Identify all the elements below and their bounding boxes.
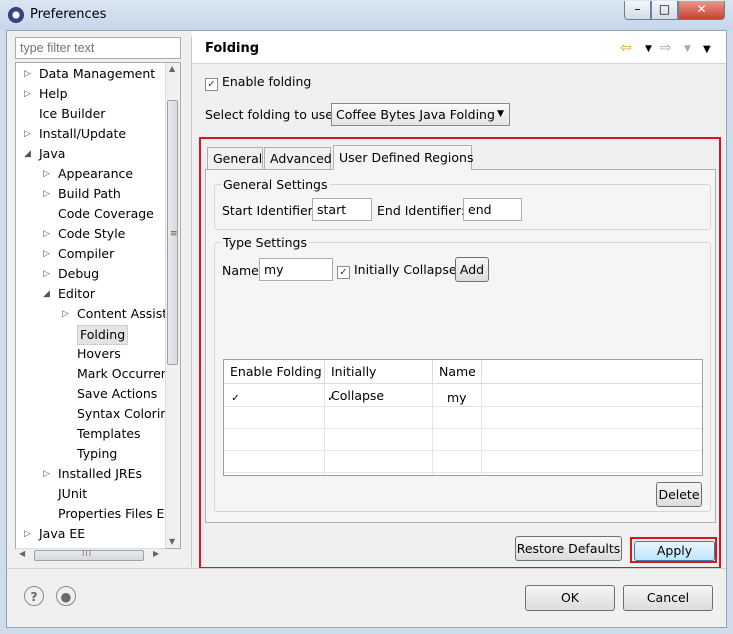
close-button[interactable]: ✕ — [678, 1, 725, 20]
scroll-left-icon[interactable]: ◀ — [19, 549, 25, 558]
tree-item[interactable]: Debug — [58, 265, 99, 283]
collapsed-arrow-icon[interactable]: ▷ — [62, 310, 70, 319]
checkbox-mark[interactable]: ✓ — [205, 78, 218, 91]
scroll-right-icon[interactable]: ▶ — [153, 549, 159, 558]
name-input[interactable]: my — [259, 258, 333, 281]
table-row[interactable]: ✓ — [230, 388, 241, 404]
tree-item[interactable]: Ice Builder — [39, 105, 105, 123]
tree-item[interactable]: Compiler — [58, 245, 114, 263]
tree-item[interactable]: Syntax Coloring — [77, 405, 176, 423]
apply-button[interactable]: Apply — [634, 541, 715, 561]
checkbox-mark[interactable]: ✓ — [337, 266, 350, 279]
chevron-down-icon: ▼ — [497, 109, 504, 119]
collapsed-arrow-icon[interactable]: ▷ — [43, 170, 51, 179]
general-settings-legend: General Settings — [221, 177, 330, 192]
back-dropdown-icon[interactable]: ▼ — [645, 44, 652, 54]
tab-advanced[interactable]: Advanced — [264, 147, 332, 169]
tree-item[interactable]: Code Coverage — [58, 205, 154, 223]
collapsed-arrow-icon[interactable]: ▷ — [24, 70, 32, 79]
eclipse-icon — [8, 7, 24, 23]
start-identifier-input[interactable]: start — [312, 198, 372, 221]
grip-icon: ≡ — [170, 229, 178, 239]
tree-item[interactable]: Data Management — [39, 65, 155, 83]
ok-button[interactable]: OK — [525, 585, 615, 611]
name-label: Name — [222, 263, 259, 278]
collapsed-arrow-icon[interactable]: ▷ — [43, 250, 51, 259]
tab-general[interactable]: General — [207, 147, 263, 169]
hscroll-grip-icon: III — [82, 549, 93, 558]
collapsed-arrow-icon[interactable]: ▷ — [43, 190, 51, 199]
enable-folding-checkbox[interactable]: ✓ Enable folding — [205, 74, 311, 91]
sash-divider[interactable] — [191, 37, 192, 567]
delete-button[interactable]: Delete — [656, 482, 702, 507]
tree-item[interactable]: Build Path — [58, 185, 121, 203]
cancel-button[interactable]: Cancel — [623, 585, 713, 611]
tab-user-defined-regions[interactable]: User Defined Regions — [333, 145, 473, 170]
apply-highlight: Apply — [630, 537, 717, 563]
tree-item[interactable]: Properties Files Ed — [58, 505, 172, 523]
folding-select[interactable]: Coffee Bytes Java Folding ▼ — [331, 103, 510, 126]
start-identifier-label: Start Identifier: — [222, 203, 317, 218]
tree-item[interactable]: Installed JREs — [58, 465, 142, 483]
column-header-enable-folding[interactable]: Enable Folding — [224, 360, 325, 384]
minimize-button[interactable]: – — [624, 1, 651, 20]
end-identifier-input[interactable]: end — [463, 198, 522, 221]
filter-input[interactable] — [15, 37, 181, 59]
window-title: Preferences — [30, 7, 107, 22]
tree-item[interactable]: Help — [39, 85, 68, 103]
forward-arrow-icon[interactable]: ⇨ — [660, 40, 672, 56]
tree-item[interactable]: Templates — [77, 425, 141, 443]
view-menu-icon[interactable]: ▼ — [703, 44, 711, 55]
select-folding-label: Select folding to use: — [205, 107, 338, 122]
column-header-initially-collapse[interactable]: Initially Collapse — [325, 360, 433, 403]
initially-collapse-label: Initially Collapse — [353, 262, 457, 277]
tree-item[interactable]: Editor — [58, 285, 95, 303]
row-enable-check[interactable]: ✓ — [230, 393, 241, 404]
tree-item[interactable]: Install/Update — [39, 125, 126, 143]
tree-item[interactable]: JUnit — [58, 485, 87, 503]
folding-select-value: Coffee Bytes Java Folding — [336, 107, 495, 122]
footer-separator — [7, 568, 726, 569]
row-name-cell: my — [447, 390, 467, 405]
preference-tree: ▷ Data Management ▷ Help Ice Builder ▷ Install… — [15, 62, 181, 549]
tree-item[interactable]: Code Style — [58, 225, 125, 243]
column-header-filler — [482, 360, 702, 384]
collapsed-arrow-icon[interactable]: ▷ — [43, 270, 51, 279]
tree-item[interactable]: Save Actions — [77, 385, 157, 403]
collapsed-arrow-icon[interactable]: ▷ — [24, 130, 32, 139]
tree-item[interactable]: Java EE — [39, 525, 85, 543]
tree-item[interactable]: Folding — [77, 325, 129, 345]
forward-dropdown-icon[interactable]: ▼ — [684, 44, 691, 54]
row-collapse-check[interactable]: ✓ — [326, 393, 337, 404]
back-arrow-icon[interactable]: ⇦ — [620, 40, 632, 56]
tree-item[interactable]: Hovers — [77, 345, 121, 363]
expanded-arrow-icon[interactable]: ◢ — [43, 290, 51, 299]
tree-item[interactable]: Mark Occurren — [77, 365, 169, 383]
status-icon[interactable]: ● — [56, 586, 76, 606]
end-identifier-label: End Identifier: — [377, 203, 466, 218]
initially-collapse-checkbox[interactable]: ✓ Initially Collapse — [337, 262, 457, 279]
collapsed-arrow-icon[interactable]: ▷ — [24, 530, 32, 539]
enable-folding-label: Enable folding — [221, 74, 312, 89]
tree-item[interactable]: Content Assist — [77, 305, 167, 323]
collapsed-arrow-icon[interactable]: ▷ — [43, 470, 51, 479]
scroll-up-icon[interactable]: ▲ — [169, 64, 175, 73]
tree-item[interactable]: Typing — [77, 445, 117, 463]
help-icon[interactable]: ? — [24, 586, 44, 606]
collapsed-arrow-icon[interactable]: ▷ — [43, 230, 51, 239]
tree-item[interactable]: Appearance — [58, 165, 133, 183]
regions-table: Enable Folding Initially Collapse Name ✓… — [223, 359, 703, 476]
add-button[interactable]: Add — [455, 257, 489, 282]
expanded-arrow-icon[interactable]: ◢ — [24, 150, 32, 159]
maximize-button[interactable]: □ — [651, 1, 678, 20]
restore-defaults-button[interactable]: Restore Defaults — [515, 536, 622, 561]
collapsed-arrow-icon[interactable]: ▷ — [24, 90, 32, 99]
column-header-name[interactable]: Name — [433, 360, 482, 384]
tree-item[interactable]: Java — [39, 145, 65, 163]
table-row-collapse[interactable]: ✓ — [326, 388, 337, 404]
type-settings-legend: Type Settings — [221, 235, 309, 250]
scroll-down-icon[interactable]: ▼ — [169, 537, 175, 546]
page-title: Folding — [205, 41, 260, 56]
